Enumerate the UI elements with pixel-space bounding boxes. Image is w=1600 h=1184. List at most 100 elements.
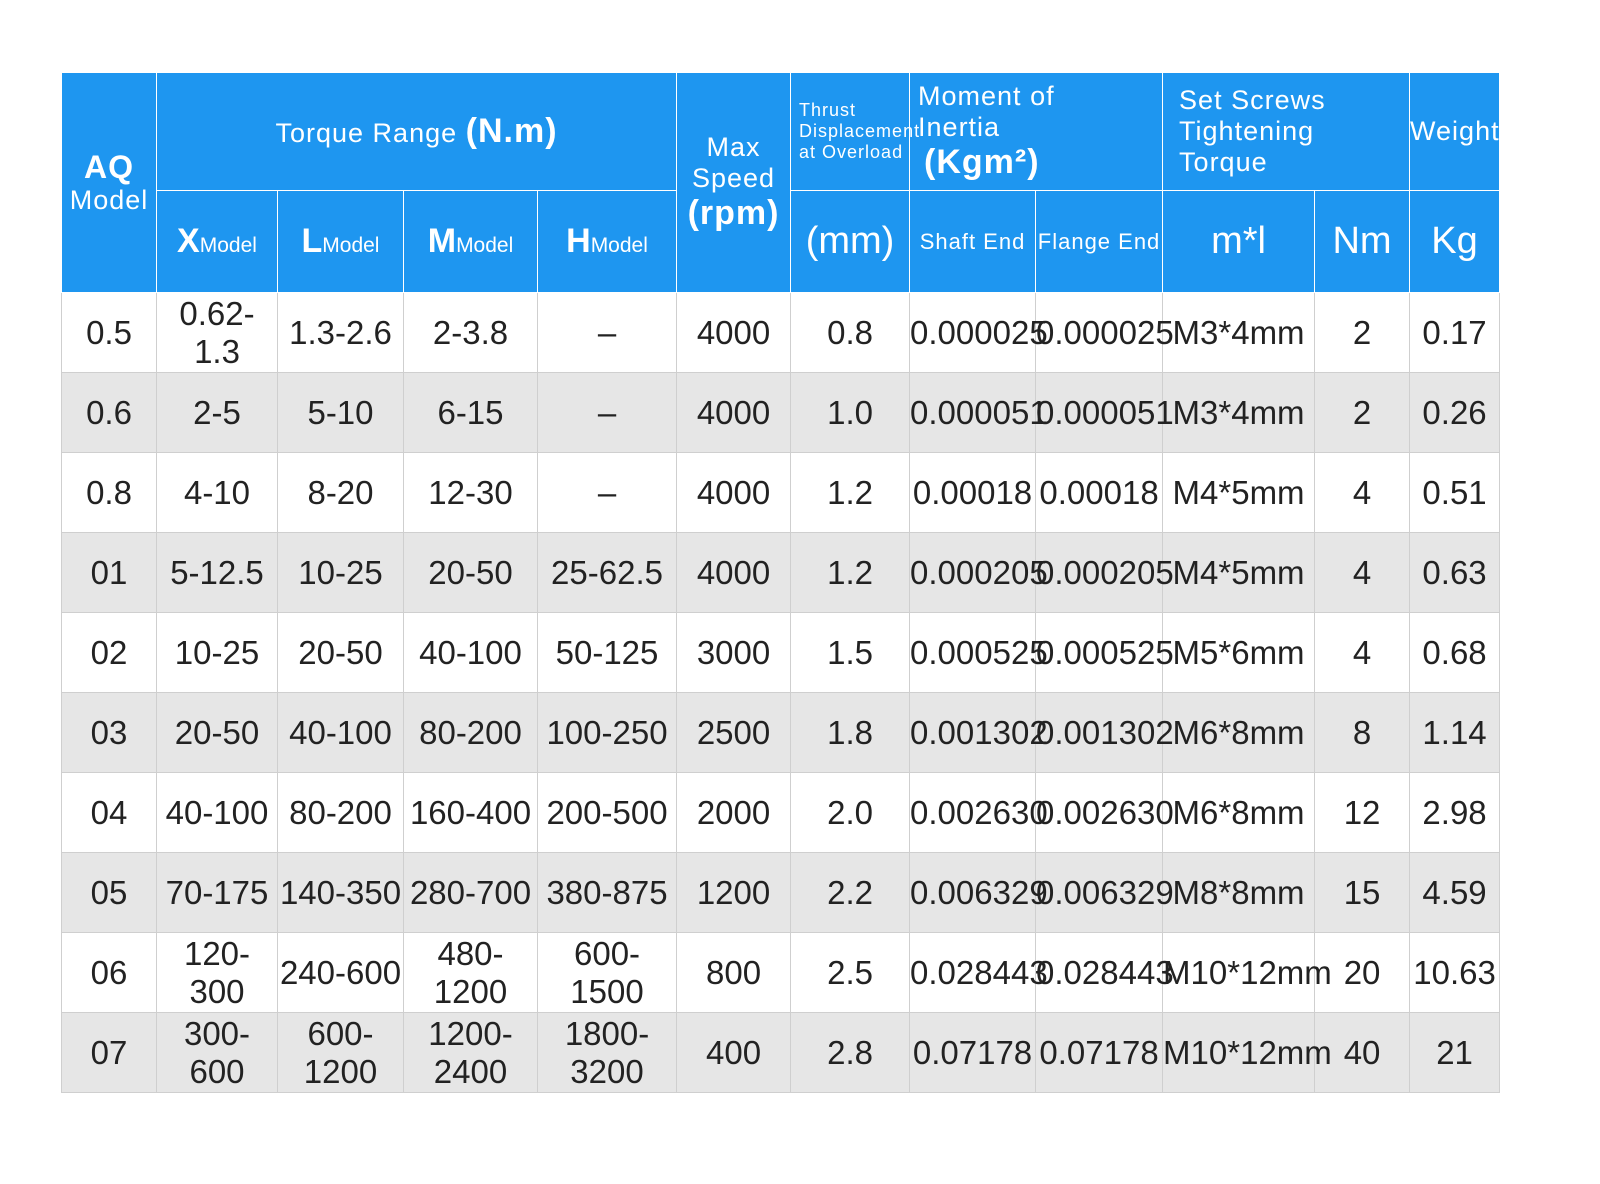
cell-l-model: 40-100: [277, 692, 404, 773]
cell-set-screw-torque: 4: [1314, 612, 1411, 693]
table-row: 02 10-25 20-50 40-100 50-125 3000 1.5 0.000525 0…: [61, 612, 1501, 693]
cell-m-model: 80-200: [403, 692, 538, 773]
cell-max-speed: 2500: [676, 692, 792, 773]
table-row: 0.6 2-5 5-10 6-15–4000 1.0 0.000051 0.000051 M3…: [61, 372, 1501, 453]
header-torque-range: Torque Range (N.m): [155, 72, 678, 191]
cell-x-model: 10-25: [156, 612, 278, 693]
cell-set-screw-size: M3*4mm: [1162, 292, 1316, 373]
header-set-screws-line2: Tightening Torque: [1179, 115, 1315, 178]
header-l-model: LModel: [277, 190, 404, 293]
cell-shaft-end: 0.000205: [909, 532, 1048, 613]
cell-shaft-end: 0.002630: [909, 772, 1048, 853]
cell-m-model: 1200-2400: [403, 1012, 538, 1093]
spec-table: AQ Model Torque Range (N.m) Max Speed (r…: [61, 72, 1501, 1093]
cell-set-screw-torque: 8: [1314, 692, 1411, 773]
cell-set-screw-size: M3*4mm: [1162, 372, 1316, 453]
header-moment-line2: Inertia: [918, 111, 1001, 142]
header-x-letter: X: [177, 221, 200, 260]
cell-h-model: 600-1500: [536, 932, 678, 1013]
cell-m-model: 160-400: [403, 772, 538, 853]
cell-shaft-end: 0.000051: [909, 372, 1048, 453]
cell-shaft-end: 0.07178: [909, 1012, 1037, 1093]
table-row: 05 70-175 140-350 280-700 380-875 1200 2.2 0.00…: [61, 852, 1501, 933]
cell-flange-end: 0.002630: [1035, 772, 1174, 853]
cell-set-screw-size: M10*12mm: [1162, 1012, 1332, 1093]
header-flange-end: Flange End: [1035, 190, 1164, 293]
cell-shaft-end: 0.006329: [909, 852, 1048, 933]
header-model: Model: [69, 185, 149, 216]
cell-shaft-end: 0.000025: [909, 292, 1048, 373]
cell-shaft-end: 0.000525: [909, 612, 1048, 693]
cell-l-model: 600-1200: [277, 1012, 404, 1093]
header-moment-unit: (Kgm²): [924, 143, 1040, 181]
cell-thrust: 2.5: [790, 932, 911, 1013]
cell-aq-model: 01: [61, 532, 157, 613]
cell-weight: 0.51: [1409, 452, 1501, 533]
cell-set-screw-size: M4*5mm: [1162, 452, 1316, 533]
cell-x-model: 4-10: [156, 452, 278, 533]
cell-max-speed: 3000: [676, 612, 792, 693]
header-h-model-word: Model: [590, 233, 648, 257]
table-row: 06 120-300 240-600 480-1200 600-1500 800 2.5 0.…: [61, 932, 1501, 1013]
cell-aq-model: 06: [61, 932, 157, 1013]
header-x-model-word: Model: [199, 233, 257, 257]
table-row: 01 5-12.5 10-25 20-50 25-62.5 4000 1.2 0.000205…: [61, 532, 1501, 613]
header-moment: Moment of Inertia (Kgm²): [909, 72, 1164, 191]
cell-max-speed: 800: [676, 932, 792, 1013]
cell-thrust: 1.2: [790, 532, 911, 613]
cell-shaft-end: 0.001302: [909, 692, 1048, 773]
cell-weight: 21: [1409, 1012, 1501, 1093]
header-thrust-unit: (mm): [790, 190, 911, 293]
cell-max-speed: 4000: [676, 452, 792, 533]
cell-set-screw-size: M5*6mm: [1162, 612, 1316, 693]
header-max-speed: Max Speed (rpm): [676, 72, 792, 293]
cell-set-screw-size: M6*8mm: [1162, 692, 1316, 773]
header-aq-model: AQ Model: [61, 72, 157, 293]
table-row: 03 20-50 40-100 80-200 100-250 2500 1.8 0.00130…: [61, 692, 1501, 773]
header-thrust-line1: Thrust: [799, 100, 857, 121]
cell-aq-model: 0.5: [61, 292, 157, 373]
cell-weight: 0.26: [1409, 372, 1501, 453]
table-row: 04 40-100 80-200 160-400 200-500 2000 2.0 0.002…: [61, 772, 1501, 853]
cell-max-speed: 4000: [676, 372, 792, 453]
cell-thrust: 1.5: [790, 612, 911, 693]
cell-h-model: –: [536, 292, 678, 373]
header-weight-label: Weight: [1410, 115, 1500, 146]
cell-aq-model: 04: [61, 772, 157, 853]
cell-aq-model: 03: [61, 692, 157, 773]
header-rpm: (rpm): [687, 194, 780, 232]
cell-x-model: 300-600: [156, 1012, 278, 1093]
cell-m-model: 6-15: [403, 372, 538, 453]
header-m-model: MModel: [403, 190, 538, 293]
cell-set-screw-size: M8*8mm: [1162, 852, 1316, 933]
cell-max-speed: 2000: [676, 772, 792, 853]
header-speed: Speed: [691, 162, 776, 193]
cell-thrust: 1.2: [790, 452, 911, 533]
cell-set-screw-torque: 4: [1314, 532, 1411, 613]
header-thrust-line2: Displacement: [799, 121, 921, 142]
cell-max-speed: 4000: [676, 532, 792, 613]
cell-thrust: 1.0: [790, 372, 911, 453]
cell-weight: 2.98: [1409, 772, 1501, 853]
cell-set-screw-size: M10*12mm: [1162, 932, 1332, 1013]
cell-l-model: 10-25: [277, 532, 404, 613]
header-m-model-word: Model: [456, 233, 514, 257]
cell-shaft-end: 0.00018: [909, 452, 1037, 533]
cell-flange-end: 0.000525: [1035, 612, 1174, 693]
header-thrust-line3: at Overload: [799, 141, 904, 162]
header-l-model-word: Model: [322, 233, 380, 257]
cell-x-model: 20-50: [156, 692, 278, 773]
cell-l-model: 140-350: [277, 852, 404, 933]
cell-h-model: –: [536, 452, 678, 533]
cell-weight: 0.63: [1409, 532, 1501, 613]
cell-m-model: 12-30: [403, 452, 538, 533]
cell-aq-model: 05: [61, 852, 157, 933]
cell-flange-end: 0.000051: [1035, 372, 1174, 453]
header-torque-label: Torque Range: [275, 117, 458, 148]
cell-flange-end: 0.001302: [1035, 692, 1174, 773]
cell-l-model: 240-600: [277, 932, 404, 1013]
cell-l-model: 8-20: [277, 452, 404, 533]
cell-x-model: 40-100: [156, 772, 278, 853]
cell-aq-model: 02: [61, 612, 157, 693]
cell-flange-end: 0.000205: [1035, 532, 1174, 613]
